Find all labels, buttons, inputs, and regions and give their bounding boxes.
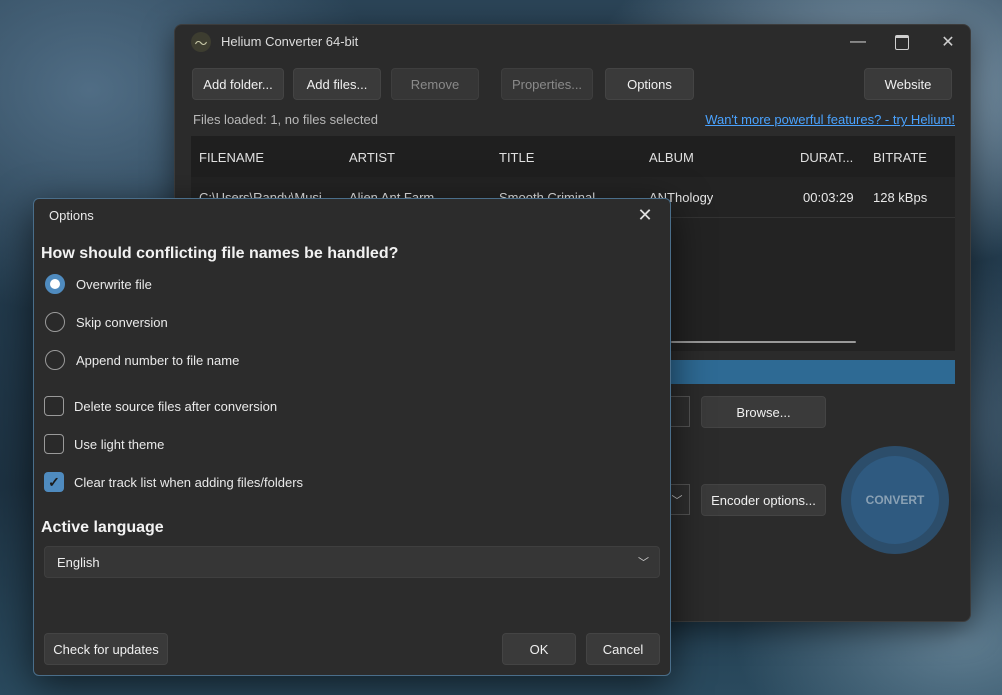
table-header: FILENAME ARTIST TITLE ALBUM DURAT... BIT… <box>191 136 955 177</box>
encoder-options-button[interactable]: Encoder options... <box>701 484 826 516</box>
check-updates-button[interactable]: Check for updates <box>44 633 168 665</box>
horizontal-scrollbar[interactable] <box>671 341 856 343</box>
checkbox-delete-source[interactable] <box>44 396 64 416</box>
options-button[interactable]: Options <box>605 68 694 100</box>
column-header-bitrate[interactable]: BITRATE <box>873 150 927 165</box>
radio-append-label[interactable]: Append number to file name <box>76 353 239 368</box>
maximize-icon[interactable] <box>891 31 913 53</box>
checkmark-icon: ✓ <box>48 473 60 490</box>
column-header-artist[interactable]: ARTIST <box>349 150 395 165</box>
minimize-icon[interactable]: — <box>847 31 869 53</box>
website-button[interactable]: Website <box>864 68 952 100</box>
close-icon[interactable]: ✕ <box>937 31 959 53</box>
column-header-title[interactable]: TITLE <box>499 150 534 165</box>
radio-overwrite-label[interactable]: Overwrite file <box>76 277 152 292</box>
column-header-album[interactable]: ALBUM <box>649 150 694 165</box>
files-loaded-status: Files loaded: 1, no files selected <box>193 112 378 127</box>
cell-duration[interactable]: 00:03:29 <box>803 190 854 205</box>
radio-skip-label[interactable]: Skip conversion <box>76 315 168 330</box>
radio-skip[interactable] <box>45 312 65 332</box>
close-icon[interactable]: ✕ <box>634 204 656 226</box>
column-header-duration[interactable]: DURAT... <box>800 150 853 165</box>
column-header-filename[interactable]: FILENAME <box>199 150 264 165</box>
cell-bitrate[interactable]: 128 kBps <box>873 190 927 205</box>
radio-append[interactable] <box>45 350 65 370</box>
browse-button[interactable]: Browse... <box>701 396 826 428</box>
checkbox-clear-tracklist-label[interactable]: Clear track list when adding files/folde… <box>74 475 303 490</box>
language-value: English <box>57 555 100 570</box>
window-title: Helium Converter 64-bit <box>221 34 359 49</box>
add-folder-button[interactable]: Add folder... <box>192 68 284 100</box>
checkbox-light-theme[interactable] <box>44 434 64 454</box>
language-select[interactable]: English ﹀ <box>44 546 660 578</box>
dialog-title: Options <box>49 208 94 223</box>
options-dialog: Options ✕ How should conflicting file na… <box>33 198 671 676</box>
checkbox-clear-tracklist[interactable]: ✓ <box>44 472 64 492</box>
remove-button[interactable]: Remove <box>391 68 479 100</box>
chevron-down-icon: ﹀ <box>638 557 649 569</box>
promo-link[interactable]: Wan't more powerful features? - try Heli… <box>705 112 955 127</box>
conflict-heading: How should conflicting file names be han… <box>41 245 399 262</box>
checkbox-delete-source-label[interactable]: Delete source files after conversion <box>74 399 277 414</box>
app-logo-icon: 〜 <box>191 32 211 52</box>
cancel-button[interactable]: Cancel <box>586 633 660 665</box>
convert-button[interactable]: CONVERT <box>851 456 939 544</box>
language-heading: Active language <box>41 519 164 536</box>
radio-overwrite[interactable] <box>45 274 65 294</box>
checkbox-light-theme-label[interactable]: Use light theme <box>74 437 164 452</box>
ok-button[interactable]: OK <box>502 633 576 665</box>
add-files-button[interactable]: Add files... <box>293 68 381 100</box>
properties-button[interactable]: Properties... <box>501 68 593 100</box>
progress-bar <box>665 360 955 384</box>
